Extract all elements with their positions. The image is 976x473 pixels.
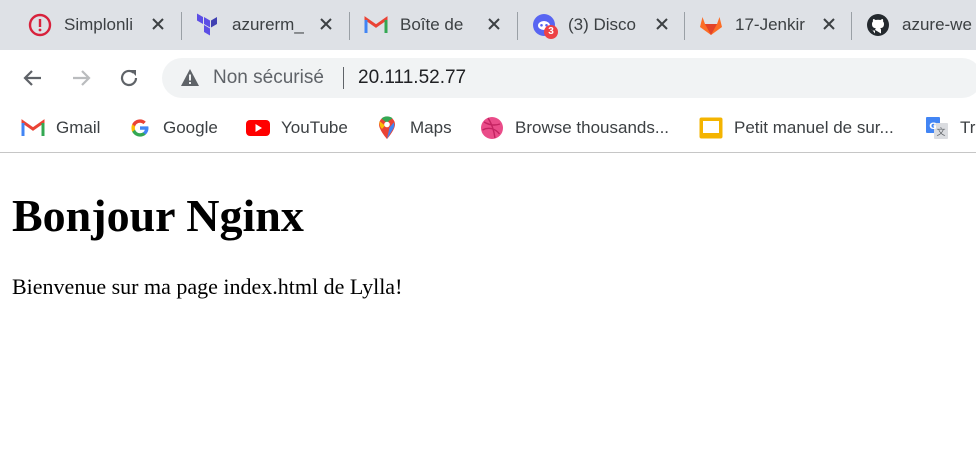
discord-icon: 3 <box>532 13 558 39</box>
tab-discord[interactable]: 3 (3) Disco <box>504 4 684 46</box>
security-label[interactable]: Non sécurisé <box>213 67 324 89</box>
forward-button[interactable] <box>67 64 95 92</box>
bookmark-label: Gmail <box>56 118 101 137</box>
bookmark-google[interactable]: Google <box>128 116 218 140</box>
back-button[interactable] <box>19 64 47 92</box>
bookmark-maps[interactable]: Maps <box>375 116 452 140</box>
bookmark-dribbble[interactable]: Browse thousands... <box>480 116 669 140</box>
close-tab-icon[interactable] <box>654 16 670 32</box>
page-paragraph: Bienvenue sur ma page index.html de Lyll… <box>12 274 403 299</box>
close-tab-icon[interactable] <box>821 16 837 32</box>
bookmark-label: Petit manuel de sur... <box>734 118 894 137</box>
gmail-icon <box>364 13 388 37</box>
tab-azure-web[interactable]: azure-we <box>838 4 976 46</box>
tab-simplonline[interactable]: Simplonli <box>0 4 180 46</box>
bookmark-label: Maps <box>410 118 452 137</box>
tab-title: azurerm_ <box>232 15 304 34</box>
bookmark-petit-manuel[interactable]: Petit manuel de sur... <box>699 116 894 140</box>
address-bar[interactable]: Non sécurisé 20.111.52.77 <box>162 58 976 98</box>
youtube-icon <box>246 116 270 140</box>
bookmark-label: Browse thousands... <box>515 118 670 137</box>
close-tab-icon[interactable] <box>318 16 334 32</box>
bookmark-translate[interactable]: G文 Tr <box>925 116 975 140</box>
tab-gmail[interactable]: Boîte de <box>336 4 516 46</box>
bookmark-label: Tr <box>960 118 976 137</box>
svg-text:文: 文 <box>936 126 945 138</box>
reload-icon <box>120 69 138 87</box>
slides-icon <box>699 116 723 140</box>
github-icon <box>866 13 890 37</box>
tab-title: azure-we <box>902 15 972 34</box>
page-content: Bonjour Nginx Bienvenue sur ma page inde… <box>0 153 976 473</box>
tab-strip: Simplonli azurerm_ Boîte de 3 (3) Disco … <box>0 0 976 50</box>
warning-icon[interactable] <box>180 68 200 92</box>
gmail-icon <box>21 116 45 140</box>
tab-title: 17-Jenkir <box>735 15 805 34</box>
browser-toolbar: Non sécurisé 20.111.52.77 <box>0 50 976 106</box>
dribbble-icon <box>480 116 504 140</box>
google-icon <box>128 116 152 140</box>
arrow-right-icon <box>73 70 91 86</box>
bookmark-youtube[interactable]: YouTube <box>246 116 348 140</box>
terraform-icon <box>196 13 220 37</box>
bookmark-label: Google <box>163 118 218 137</box>
tab-title: (3) Disco <box>568 15 637 34</box>
tab-title: Boîte de <box>400 15 464 34</box>
translate-icon: G文 <box>925 116 949 140</box>
url-text[interactable]: 20.111.52.77 <box>358 67 466 89</box>
gitlab-icon <box>699 13 723 37</box>
maps-icon <box>375 116 399 140</box>
omnibox-divider <box>343 67 344 89</box>
reload-button[interactable] <box>115 64 143 92</box>
tab-azurerm[interactable]: azurerm_ <box>168 4 348 46</box>
bookmark-label: YouTube <box>281 118 348 137</box>
tab-title: Simplonli <box>64 15 133 34</box>
simplon-icon <box>28 13 52 37</box>
close-tab-icon[interactable] <box>150 16 166 32</box>
close-tab-icon[interactable] <box>486 16 502 32</box>
bookmark-gmail[interactable]: Gmail <box>21 116 100 140</box>
bookmarks-bar: Gmail Google YouTube Maps Browse thousan… <box>0 106 976 153</box>
tab-jenkins[interactable]: 17-Jenkir <box>671 4 851 46</box>
notification-badge: 3 <box>544 25 558 39</box>
page-heading: Bonjour Nginx <box>12 190 304 241</box>
arrow-left-icon <box>23 70 41 86</box>
